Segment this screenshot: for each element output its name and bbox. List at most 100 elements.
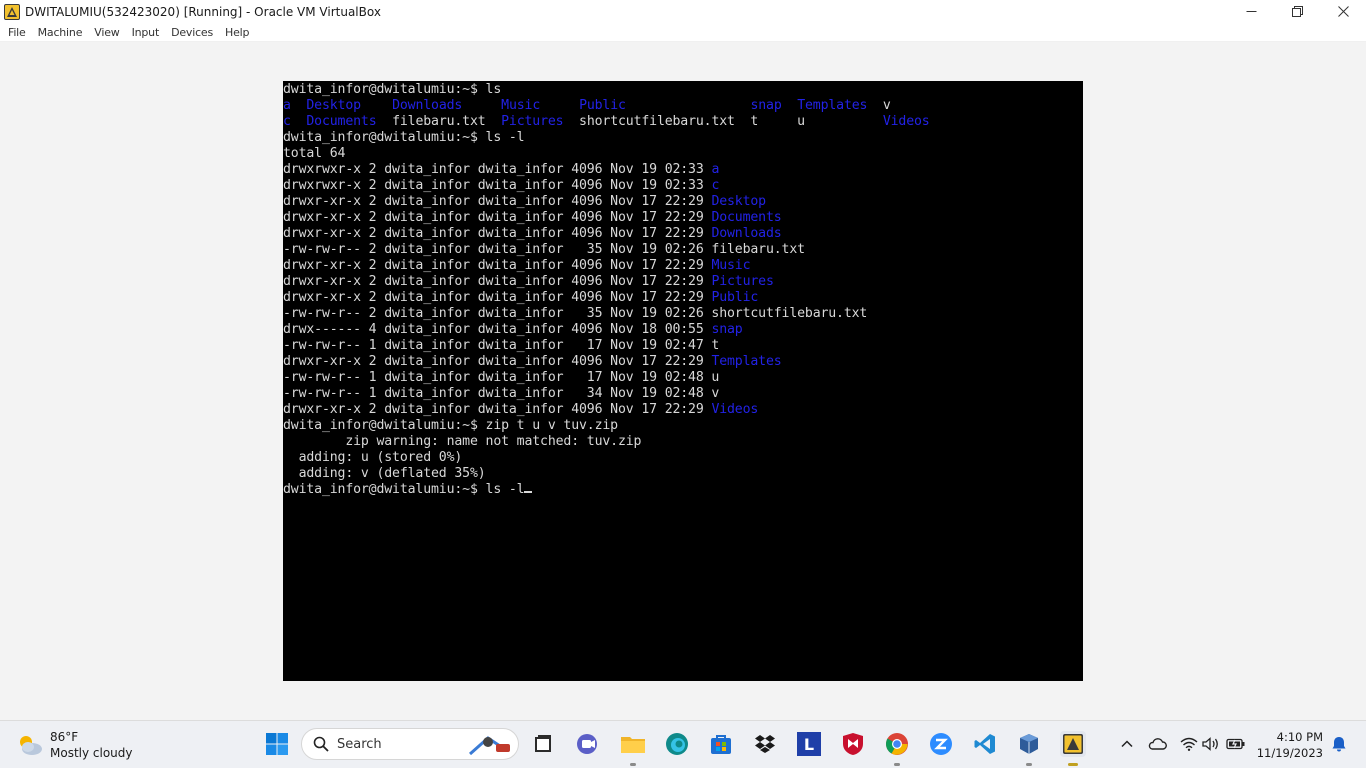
- taskbar-clock[interactable]: 4:10 PM 11/19/2023: [1257, 729, 1323, 761]
- directory-name: Music: [501, 98, 541, 113]
- taskbar-chrome[interactable]: [884, 731, 910, 757]
- terminal-line: -rw-rw-r-- 1 dwita_infor dwita_infor 34 …: [283, 386, 719, 402]
- minimize-button[interactable]: [1228, 0, 1274, 23]
- bell-icon: [1332, 737, 1346, 752]
- terminal-text: drwxr-xr-x 2 dwita_infor dwita_infor 409…: [283, 210, 712, 225]
- terminal-text: v: [867, 98, 891, 113]
- taskbar-virtualbox[interactable]: [1016, 731, 1042, 757]
- partly-cloudy-icon: [20, 736, 42, 755]
- menu-devices[interactable]: Devices: [165, 26, 219, 39]
- vscode-icon: [974, 734, 995, 754]
- clock-date: 11/19/2023: [1256, 746, 1323, 760]
- terminal-line: adding: u (stored 0%): [283, 450, 463, 466]
- terminal-text: drwx------ 4 dwita_infor dwita_infor 409…: [283, 322, 712, 337]
- terminal-line: -rw-rw-r-- 2 dwita_infor dwita_infor 35 …: [283, 306, 867, 322]
- virtualbox-app-icon: [4, 3, 20, 20]
- directory-name: a: [711, 162, 720, 177]
- store-icon: [711, 735, 731, 754]
- search-icon: [313, 736, 329, 752]
- terminal-line: drwxr-xr-x 2 dwita_infor dwita_infor 409…: [283, 354, 782, 370]
- vm-terminal-screen[interactable]: dwita_infor@dwitalumiu:~$ ls a Desktop Do…: [283, 81, 1083, 681]
- terminal-line: -rw-rw-r-- 2 dwita_infor dwita_infor 35 …: [283, 242, 805, 258]
- weather-temperature: 86°F: [50, 730, 79, 744]
- terminal-text: total 64: [283, 146, 346, 161]
- battery-charging-icon: [1226, 738, 1245, 750]
- taskbar-vm-window[interactable]: [1060, 731, 1086, 757]
- directory-name: Pictures: [711, 274, 774, 289]
- taskbar-l-app[interactable]: L: [796, 731, 822, 757]
- l-app-icon: L: [797, 732, 821, 756]
- terminal-text: zip warning: name not matched: tuv.zip: [283, 434, 642, 449]
- directory-name: snap: [711, 322, 743, 337]
- terminal-text: adding: v (deflated 35%): [283, 466, 486, 481]
- clock-time: 4:10 PM: [1276, 730, 1323, 744]
- terminal-text: drwxr-xr-x 2 dwita_infor dwita_infor 409…: [283, 194, 712, 209]
- taskbar-edge[interactable]: [664, 731, 690, 757]
- taskbar-store[interactable]: [708, 731, 734, 757]
- running-indicator: [1026, 763, 1032, 766]
- terminal-line: drwxr-xr-x 2 dwita_infor dwita_infor 409…: [283, 402, 758, 418]
- terminal-line: total 64: [283, 146, 345, 162]
- taskbar-search-box[interactable]: Search: [301, 728, 519, 760]
- menu-input[interactable]: Input: [126, 26, 165, 39]
- weather-widget[interactable]: 86°F Mostly cloudy: [16, 729, 133, 761]
- directory-name: Desktop: [306, 98, 361, 113]
- running-indicator: [894, 763, 900, 766]
- terminal-text: -rw-rw-r-- 1 dwita_infor dwita_infor 17 …: [283, 338, 720, 353]
- start-button[interactable]: [264, 731, 290, 757]
- taskbar-dropbox[interactable]: [752, 731, 778, 757]
- task-view-icon: [535, 735, 551, 752]
- taskbar-zoom[interactable]: [928, 731, 954, 757]
- terminal-line: dwita_infor@dwitalumiu:~$ ls: [283, 82, 501, 98]
- notifications-button[interactable]: [1326, 731, 1352, 757]
- terminal-text: dwita_infor@dwitalumiu:~$ ls: [283, 82, 502, 97]
- menu-help[interactable]: Help: [219, 26, 255, 39]
- taskbar-meet-chat[interactable]: [575, 731, 601, 757]
- taskbar-mcafee[interactable]: [840, 731, 866, 757]
- shield-icon: [843, 733, 863, 755]
- window-title: DWITALUMIU(532423020) [Running] - Oracle…: [25, 4, 381, 19]
- terminal-text: dwita_infor@dwitalumiu:~$ ls -l: [283, 130, 525, 145]
- cloud-icon: [1148, 738, 1167, 750]
- window-controls: [1228, 0, 1366, 23]
- terminal-text: drwxr-xr-x 2 dwita_infor dwita_infor 409…: [283, 258, 712, 273]
- folder-icon: [621, 737, 645, 753]
- l-app-letter: L: [803, 734, 815, 754]
- running-indicator-active: [1068, 763, 1078, 766]
- volume-tray[interactable]: [1198, 731, 1224, 757]
- directory-name: Public: [579, 98, 626, 113]
- taskbar-vscode[interactable]: [972, 731, 998, 757]
- task-view-button[interactable]: [530, 731, 556, 757]
- terminal-text: drwxrwxr-x 2 dwita_infor dwita_infor 409…: [283, 178, 712, 193]
- directory-name: Documents: [711, 210, 782, 225]
- directory-name: a: [283, 98, 291, 113]
- terminal-text: drwxr-xr-x 2 dwita_infor dwita_infor 409…: [283, 226, 712, 241]
- terminal-text: adding: u (stored 0%): [283, 450, 463, 465]
- menu-machine[interactable]: Machine: [32, 26, 89, 39]
- terminal-line: drwxr-xr-x 2 dwita_infor dwita_infor 409…: [283, 274, 774, 290]
- onedrive-tray[interactable]: [1144, 731, 1170, 757]
- terminal-text: -rw-rw-r-- 1 dwita_infor dwita_infor 17 …: [283, 370, 720, 385]
- show-hidden-icons-button[interactable]: [1114, 731, 1140, 757]
- terminal-line: drwxrwxr-x 2 dwita_infor dwita_infor 409…: [283, 178, 719, 194]
- taskbar-file-explorer[interactable]: [620, 731, 646, 757]
- terminal-text: -rw-rw-r-- 2 dwita_infor dwita_infor 35 …: [283, 242, 805, 257]
- restore-button[interactable]: [1274, 0, 1320, 23]
- terminal-text: drwxrwxr-x 2 dwita_infor dwita_infor 409…: [283, 162, 712, 177]
- directory-name: Templates: [711, 354, 782, 369]
- wifi-icon: [1180, 737, 1198, 751]
- close-button[interactable]: [1320, 0, 1366, 23]
- terminal-text: drwxr-xr-x 2 dwita_infor dwita_infor 409…: [283, 402, 712, 417]
- directory-name: Public: [711, 290, 759, 305]
- battery-tray[interactable]: [1223, 731, 1249, 757]
- menu-file[interactable]: File: [2, 26, 32, 39]
- terminal-text: -rw-rw-r-- 1 dwita_infor dwita_infor 34 …: [283, 386, 720, 401]
- running-indicator: [630, 763, 636, 766]
- terminal-text: filebaru.txt: [376, 114, 502, 129]
- menu-view[interactable]: View: [88, 26, 125, 39]
- directory-name: Documents: [306, 114, 377, 129]
